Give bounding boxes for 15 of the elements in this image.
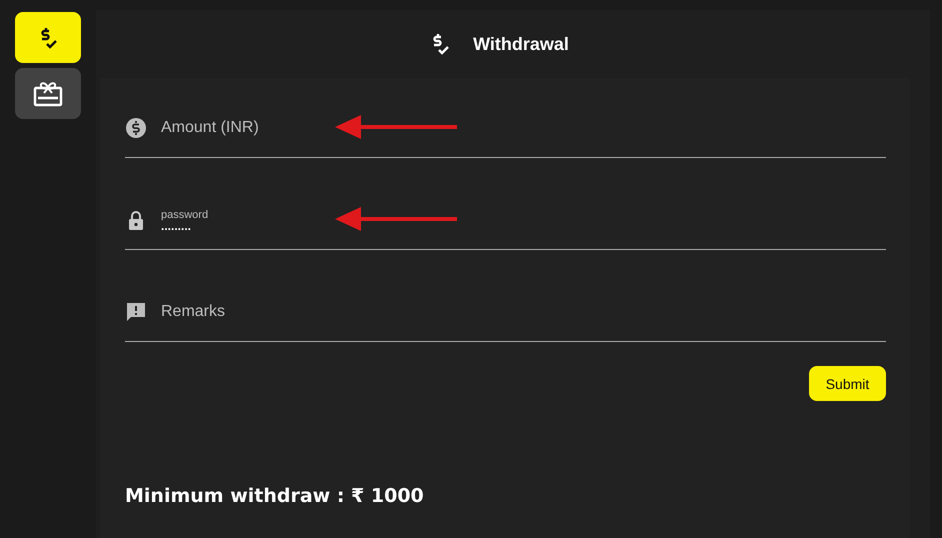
minimum-withdraw-note: Minimum withdraw : ₹ 1000 [125, 485, 425, 507]
password-value: ......... [161, 220, 192, 230]
submit-button[interactable]: Submit [809, 366, 886, 401]
gift-card-icon [33, 80, 63, 108]
field-placeholder: Amount (INR) [161, 118, 259, 136]
comment-alert-icon [125, 300, 147, 322]
page-title: Withdrawal [473, 34, 569, 54]
withdraw-button[interactable] [15, 12, 81, 63]
remarks-field[interactable]: Remarks [125, 282, 886, 342]
gift-card-button[interactable] [15, 68, 81, 119]
amount-field[interactable]: Amount (INR) [125, 98, 886, 158]
field-placeholder: Remarks [161, 302, 226, 320]
password-field[interactable]: password ......... [125, 190, 886, 250]
field-label: password [161, 208, 208, 220]
dollar-icon [125, 116, 147, 138]
